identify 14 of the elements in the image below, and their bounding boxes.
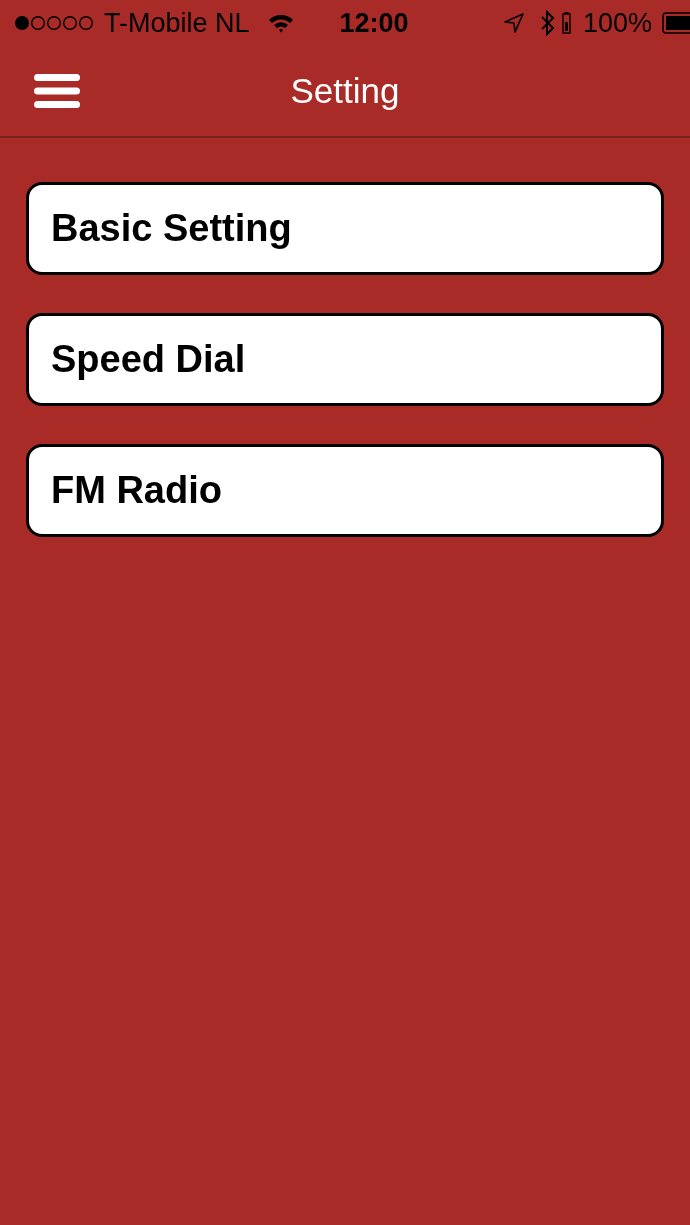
battery-percent: 100% (582, 7, 652, 39)
signal-icon (14, 15, 96, 31)
clock-time: 12:00 (339, 7, 409, 39)
wifi-icon (267, 13, 294, 33)
menu-item[interactable]: Basic Setting (26, 182, 664, 275)
menu-button[interactable] (34, 74, 80, 108)
menu-item[interactable]: FM Radio (26, 444, 664, 537)
menu-item[interactable]: Speed Dial (26, 313, 664, 406)
location-arrow-icon (503, 13, 524, 33)
screen-title: Setting (290, 71, 400, 111)
battery-small-icon (561, 12, 571, 34)
menu-icon (34, 74, 80, 108)
bluetooth-icon (539, 10, 556, 36)
carrier-name: T-Mobile NL (104, 7, 250, 39)
